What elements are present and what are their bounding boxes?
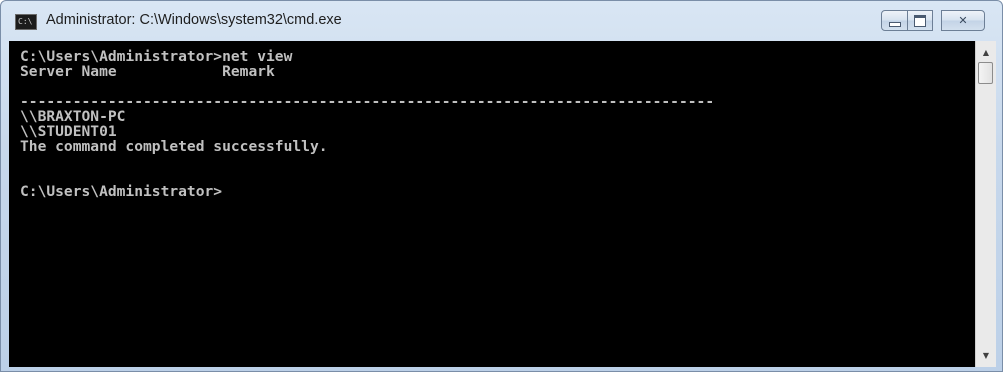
console-prompt-line: C:\Users\Administrator>	[20, 183, 223, 200]
maximize-icon	[914, 14, 926, 27]
close-button[interactable]: ✕	[941, 10, 985, 31]
vertical-scrollbar[interactable]: ▲ ▼	[975, 41, 996, 367]
console-line: ----------------------------------------…	[20, 93, 715, 110]
minimize-icon	[888, 22, 901, 27]
console-line: \\STUDENT01	[20, 123, 117, 140]
console-output-area[interactable]: C:\Users\Administrator>net view Server Na…	[9, 41, 975, 367]
cmd-window: C:\ Administrator: C:\Windows\system32\c…	[0, 0, 1003, 372]
scroll-up-arrow-icon[interactable]: ▲	[976, 44, 996, 61]
console-line: \\BRAXTON-PC	[20, 108, 126, 125]
title-bar[interactable]: C:\ Administrator: C:\Windows\system32\c…	[1, 1, 1002, 41]
console-text: C:\Users\Administrator>net view Server Na…	[20, 49, 714, 199]
console-line: C:\Users\Administrator>net view	[20, 48, 293, 65]
console-line: The command completed successfully.	[20, 138, 328, 155]
minimize-button[interactable]	[881, 10, 908, 31]
window-title: Administrator: C:\Windows\system32\cmd.e…	[46, 12, 342, 28]
console-line: Server Name Remark	[20, 63, 275, 80]
close-icon: ✕	[958, 14, 968, 27]
cmd-console-icon[interactable]: C:\	[15, 14, 37, 30]
window-bottom-border	[1, 367, 1002, 371]
maximize-button[interactable]	[907, 10, 933, 31]
scroll-thumb[interactable]	[978, 62, 993, 84]
scroll-down-arrow-icon[interactable]: ▼	[976, 347, 996, 364]
